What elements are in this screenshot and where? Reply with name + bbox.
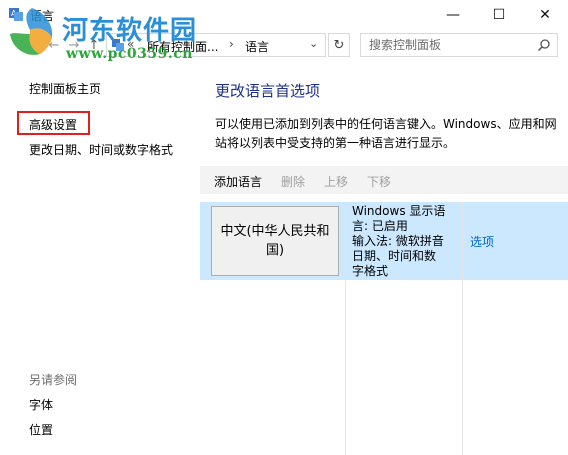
- location-link[interactable]: 位置: [29, 421, 53, 438]
- search-box[interactable]: [360, 33, 558, 57]
- forward-button[interactable]: →: [64, 35, 84, 55]
- advanced-settings-link[interactable]: 高级设置: [29, 116, 77, 133]
- language-info-line: 输入法: 微软拼音: [352, 234, 444, 248]
- refresh-icon: ↻: [333, 37, 345, 53]
- back-arrow-icon: ←: [48, 37, 60, 53]
- language-info-line: Windows 显示语: [352, 204, 446, 218]
- forward-arrow-icon: →: [68, 37, 80, 53]
- language-app-icon: A: [9, 8, 23, 21]
- breadcrumb-control-panel[interactable]: 所有控制面...: [147, 38, 218, 55]
- search-icon[interactable]: [537, 38, 551, 52]
- page-title: 更改语言首选项: [215, 82, 321, 100]
- breadcrumb-language[interactable]: 语言: [245, 38, 269, 55]
- title-bar: A 语言 — ☐ ✕: [0, 0, 568, 30]
- language-options-link[interactable]: 选项: [470, 233, 494, 250]
- change-date-format-link[interactable]: 更改日期、时间或数字格式: [29, 141, 173, 158]
- control-panel-home-link[interactable]: 控制面板主页: [29, 80, 101, 97]
- fonts-link[interactable]: 字体: [29, 396, 53, 413]
- search-input[interactable]: [369, 37, 529, 53]
- breadcrumb-overflow-icon[interactable]: «: [127, 37, 134, 51]
- language-info-line: 言: 已启用: [352, 219, 408, 233]
- move-up-button[interactable]: 上移: [324, 173, 348, 190]
- up-arrow-icon: ↑: [88, 37, 100, 53]
- refresh-button[interactable]: ↻: [328, 33, 350, 57]
- add-language-button[interactable]: 添加语言: [214, 173, 262, 190]
- close-icon: ✕: [539, 7, 551, 23]
- navigation-bar: ← → ↑ « 所有控制面... › 语言 ⌄ ↻: [0, 31, 568, 59]
- see-also-heading: 另请参阅: [29, 373, 78, 387]
- page-description: 可以使用已添加到列表中的任何语言键入。Windows、应用和网站将以列表中受支持…: [215, 117, 557, 150]
- language-icon: [112, 39, 124, 51]
- column-divider: [462, 202, 463, 455]
- up-button[interactable]: ↑: [84, 35, 104, 55]
- language-list-item[interactable]: 中文(中华人民共和国) Windows 显示语 言: 已启用 输入法: 微软拼音…: [200, 202, 568, 280]
- window-title: 语言: [30, 9, 55, 23]
- left-navigation-pane: 控制面板主页 高级设置 更改日期、时间或数字格式 另请参阅 字体 位置: [0, 60, 200, 455]
- back-button[interactable]: ←: [44, 35, 64, 55]
- close-button[interactable]: ✕: [522, 0, 568, 30]
- maximize-icon: ☐: [492, 7, 506, 23]
- remove-language-button[interactable]: 删除: [281, 173, 305, 190]
- maximize-button[interactable]: ☐: [476, 0, 522, 30]
- column-divider: [345, 202, 346, 455]
- address-bar[interactable]: « 所有控制面... › 语言 ⌄: [106, 33, 326, 57]
- address-dropdown-icon[interactable]: ⌄: [309, 37, 318, 50]
- language-info-line: 字格式: [352, 264, 389, 278]
- language-info: Windows 显示语 言: 已启用 输入法: 微软拼音 日期、时间和数 字格式: [352, 204, 460, 279]
- language-info-line: 日期、时间和数: [352, 249, 437, 263]
- language-toolbar: 添加语言 删除 上移 下移: [200, 166, 568, 194]
- minimize-icon: —: [446, 7, 460, 23]
- move-down-button[interactable]: 下移: [367, 173, 391, 190]
- breadcrumb-separator-icon[interactable]: ›: [229, 37, 234, 51]
- minimize-button[interactable]: —: [430, 0, 476, 30]
- language-name-button[interactable]: 中文(中华人民共和国): [211, 206, 339, 276]
- main-content: 更改语言首选项 可以使用已添加到列表中的任何语言键入。Windows、应用和网站…: [200, 60, 568, 455]
